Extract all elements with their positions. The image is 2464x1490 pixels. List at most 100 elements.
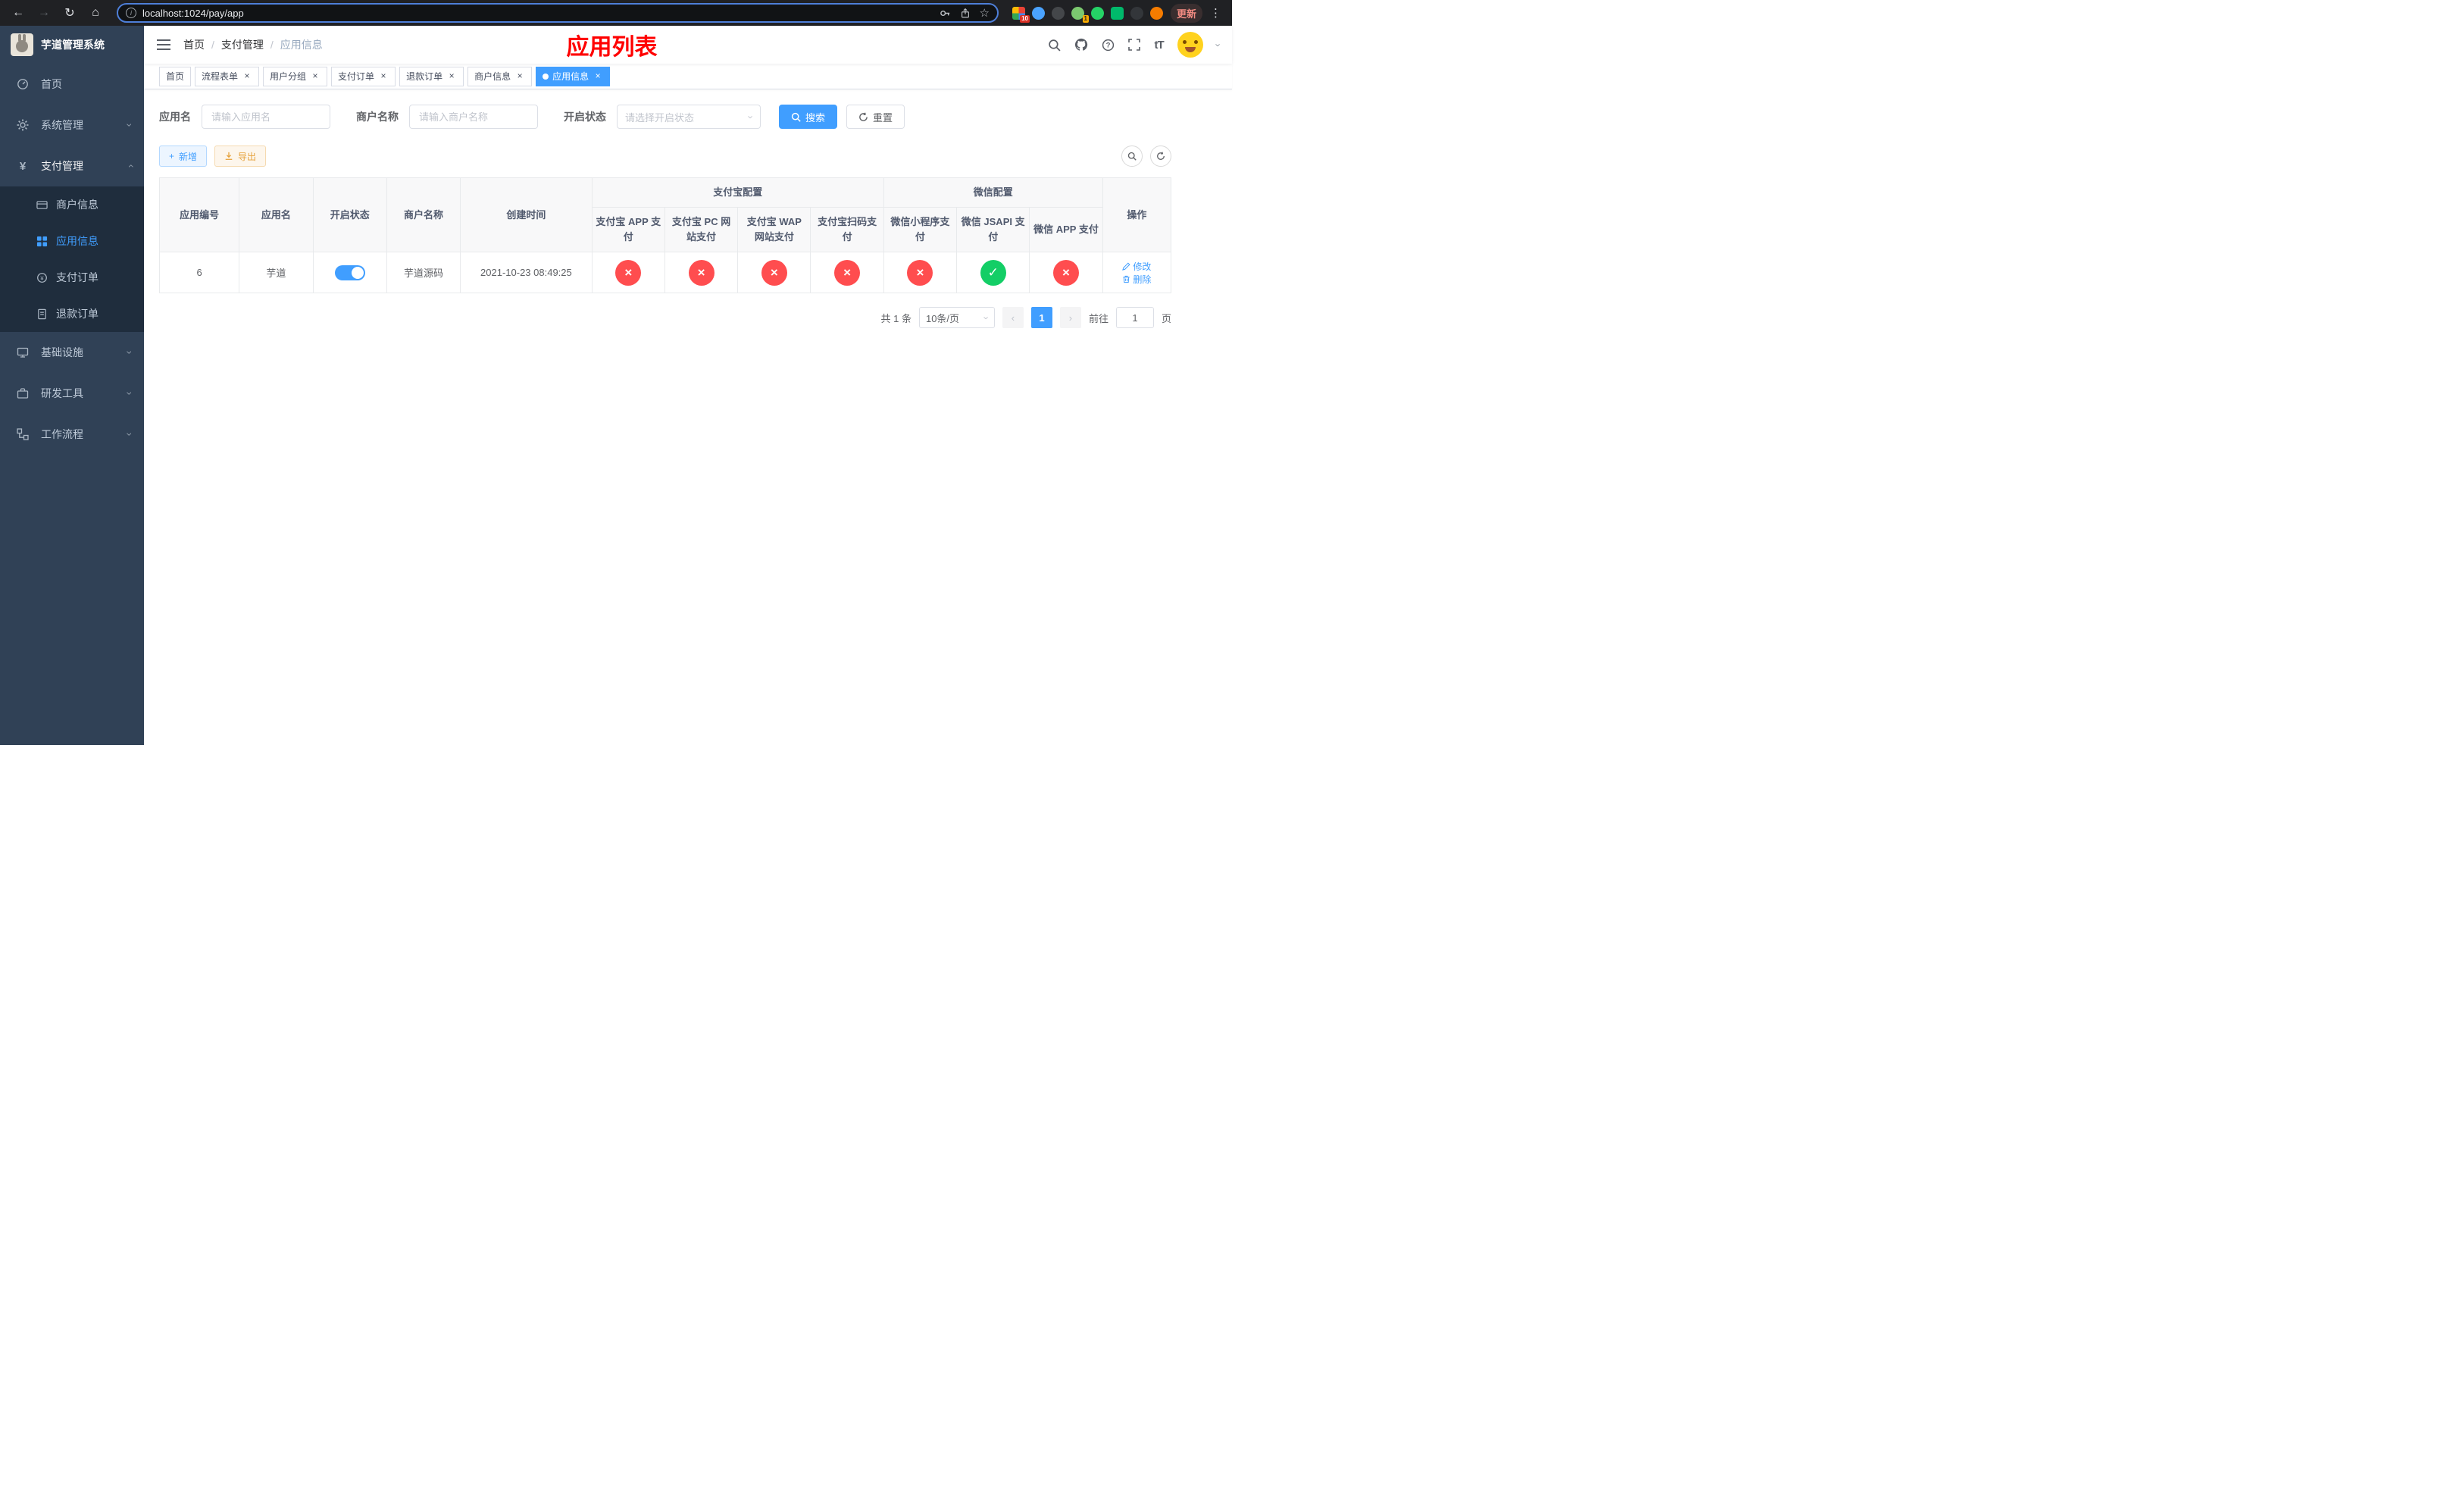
tab-home[interactable]: 首页 — [159, 66, 192, 86]
tab-payment-orders[interactable]: 支付订单 × — [331, 66, 396, 86]
reload-icon[interactable]: ↻ — [59, 2, 80, 23]
close-icon[interactable]: × — [446, 70, 457, 82]
tab-merchant-info[interactable]: 商户信息 × — [467, 66, 533, 86]
delete-button[interactable]: 删除 — [1122, 273, 1151, 286]
key-icon[interactable] — [940, 8, 951, 19]
merchant-name-input[interactable] — [409, 105, 538, 129]
site-info-icon[interactable]: i — [126, 8, 136, 18]
extensions-area: 10 1 — [1012, 6, 1163, 23]
pagination: 共 1 条 10条/页 › ‹ 1 › 前往 页 — [159, 307, 1171, 328]
export-button-label: 导出 — [238, 151, 257, 162]
table-row: 6 芋道 芋道源码 2021-10-23 08:49:25 × × × × × … — [158, 252, 1172, 293]
user-avatar[interactable] — [1177, 32, 1203, 58]
sidebar-item-merchant-info[interactable]: 商户信息 — [0, 186, 144, 223]
extension-grid-icon[interactable]: 10 — [1012, 6, 1030, 23]
status-select[interactable]: 请选择开启状态 › — [617, 105, 761, 129]
plus-icon: + — [169, 151, 175, 161]
font-size-icon[interactable]: tT — [1154, 39, 1164, 52]
sidebar-item-payment[interactable]: ¥ 支付管理 › — [0, 146, 144, 186]
alipay-pc-status-icon: × — [688, 259, 714, 286]
extension-badge: 1 — [1082, 14, 1089, 23]
forward-icon[interactable]: → — [33, 2, 55, 23]
github-icon[interactable] — [1074, 38, 1088, 52]
hide-search-icon[interactable] — [1121, 146, 1143, 167]
close-icon[interactable]: × — [242, 70, 252, 82]
breadcrumb-home[interactable]: 首页 — [183, 37, 205, 52]
page-size-select[interactable]: 10条/页 › — [918, 307, 995, 328]
close-icon[interactable]: × — [593, 70, 603, 82]
add-button[interactable]: + 新增 — [159, 146, 208, 167]
chevron-down-icon[interactable]: › — [1212, 43, 1224, 46]
search-button-label: 搜索 — [805, 111, 826, 124]
app-name-label: 应用名 — [159, 111, 191, 123]
browser-update-button[interactable]: 更新 — [1170, 3, 1202, 23]
tab-app-info[interactable]: 应用信息 × — [536, 66, 611, 86]
sidebar: 芋道管理系统 首页 系统管理 › ¥ 支付管理 › 商户信息 应用信息 ¥ 支付… — [0, 26, 144, 745]
sidebar-item-workflow[interactable]: 工作流程 › — [0, 414, 144, 455]
reset-button[interactable]: 重置 — [846, 105, 905, 129]
sidebar-item-label: 支付管理 — [41, 160, 83, 172]
column-header-wechat-mini: 微信小程序支付 — [883, 207, 958, 252]
current-page-button[interactable]: 1 — [1030, 307, 1052, 328]
extension-avatar-icon[interactable]: 1 — [1071, 6, 1089, 23]
fullscreen-icon[interactable] — [1128, 39, 1141, 51]
extension-orange-icon[interactable] — [1149, 6, 1163, 20]
delete-label: 删除 — [1133, 274, 1152, 285]
url-text: localhost:1024/pay/app — [142, 7, 244, 19]
sidebar-item-home[interactable]: 首页 — [0, 64, 144, 105]
share-icon[interactable] — [960, 8, 971, 19]
alipay-app-status-icon: × — [615, 259, 642, 286]
prev-page-button[interactable]: ‹ — [1002, 307, 1024, 328]
tab-process-form[interactable]: 流程表单 × — [195, 66, 260, 86]
sidebar-item-refund-orders[interactable]: 退款订单 — [0, 296, 144, 332]
extension-green-square-icon[interactable] — [1110, 6, 1124, 20]
merchant-name-label: 商户名称 — [356, 111, 399, 123]
close-icon[interactable]: × — [310, 70, 321, 82]
goto-label: 前往 — [1088, 312, 1108, 324]
sidebar-item-system[interactable]: 系统管理 › — [0, 105, 144, 146]
url-bar[interactable]: i localhost:1024/pay/app ☆ — [117, 3, 999, 23]
app-logo-row[interactable]: 芋道管理系统 — [0, 26, 144, 64]
export-button[interactable]: 导出 — [214, 146, 267, 167]
filter-form: 应用名 商户名称 开启状态 请选择开启状态 › 搜索 重置 — [159, 105, 1171, 129]
column-header-alipay-app: 支付宝 APP 支付 — [591, 207, 665, 252]
cell-actions: 修改 删除 — [1102, 252, 1172, 293]
search-button[interactable]: 搜索 — [779, 105, 838, 129]
next-page-button[interactable]: › — [1059, 307, 1081, 328]
cell-wechat-mini: × — [883, 252, 958, 293]
close-icon[interactable]: × — [378, 70, 389, 82]
sidebar-collapse-icon[interactable] — [156, 39, 171, 51]
sidebar-item-infrastructure[interactable]: 基础设施 › — [0, 332, 144, 373]
search-icon[interactable] — [1048, 39, 1062, 52]
column-header-id: 应用编号 — [158, 177, 240, 252]
status-toggle[interactable] — [334, 265, 365, 280]
back-icon[interactable]: ← — [8, 2, 29, 23]
extension-blue-icon[interactable] — [1031, 6, 1045, 20]
refresh-icon[interactable] — [1150, 146, 1171, 167]
sidebar-item-payment-orders[interactable]: ¥ 支付订单 — [0, 259, 144, 296]
extension-green-circle-icon[interactable] — [1090, 6, 1104, 20]
extension-bot-icon[interactable] — [1130, 6, 1143, 20]
browser-menu-icon[interactable]: ⋮ — [1207, 6, 1224, 20]
sidebar-item-dev-tools[interactable]: 研发工具 › — [0, 373, 144, 414]
close-icon[interactable]: × — [514, 70, 525, 82]
extension-dark-icon[interactable] — [1051, 6, 1065, 20]
app-name-input[interactable] — [202, 105, 330, 129]
tab-refund-orders[interactable]: 退款订单 × — [399, 66, 464, 86]
breadcrumb-payment[interactable]: 支付管理 — [221, 37, 264, 52]
help-icon[interactable]: ? — [1102, 39, 1115, 52]
column-header-name: 应用名 — [239, 177, 314, 252]
browser-toolbar: ← → ↻ ⌂ i localhost:1024/pay/app ☆ 10 1 … — [0, 0, 1232, 26]
goto-page-input[interactable] — [1115, 307, 1154, 328]
sidebar-item-app-info[interactable]: 应用信息 — [0, 223, 144, 259]
tab-label: 商户信息 — [474, 71, 511, 82]
tab-user-group[interactable]: 用户分组 × — [263, 66, 328, 86]
table-toolbar: + 新增 导出 — [159, 146, 1171, 167]
bookmark-star-icon[interactable]: ☆ — [980, 6, 990, 20]
toolbox-icon — [15, 387, 30, 399]
column-header-wechat-jsapi: 微信 JSAPI 支付 — [956, 207, 1030, 252]
chevron-down-icon: › — [745, 114, 757, 119]
status-label: 开启状态 — [564, 111, 606, 123]
home-icon[interactable]: ⌂ — [85, 2, 106, 23]
edit-button[interactable]: 修改 — [1122, 260, 1151, 273]
